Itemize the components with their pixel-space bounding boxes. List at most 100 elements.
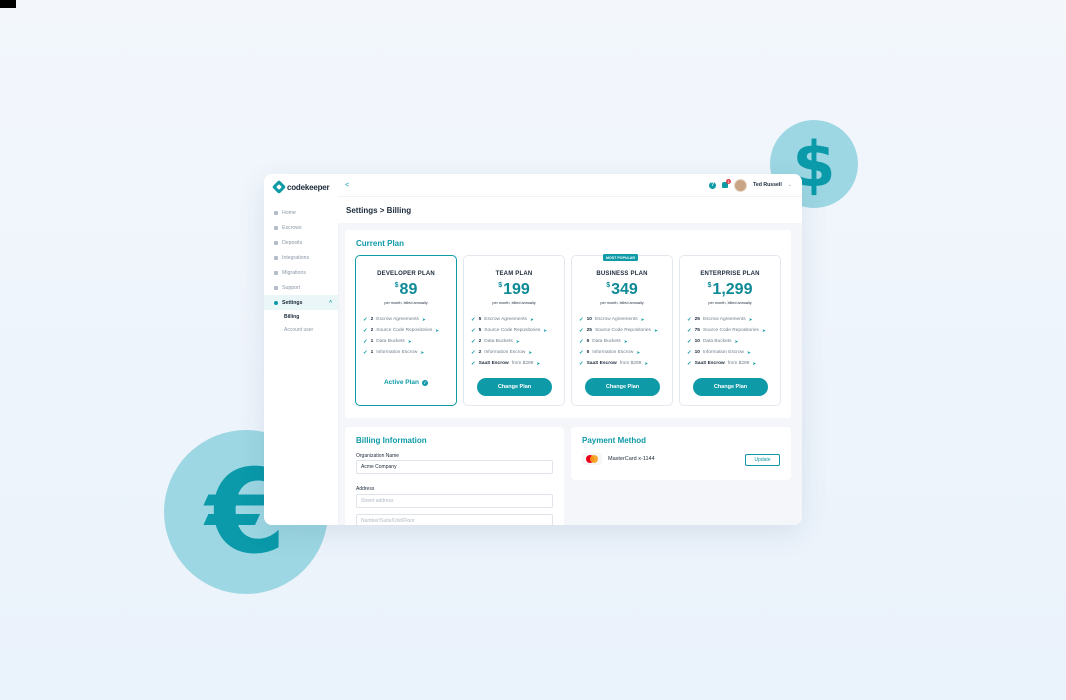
street-address-field[interactable]: Street address [356,494,553,508]
sidebar-item-escrows[interactable]: Escrows [264,220,338,235]
feature-text: Information Escrow [592,350,634,355]
feature-item: ✓ 2 Data Buckets ➤ [471,336,564,347]
info-icon[interactable]: ➤ [435,328,439,334]
feature-list: ✓ 5 Escrow Agreements ➤ ✓ 5 Source Code Repos… [471,314,564,369]
info-icon[interactable]: ➤ [530,317,534,323]
price-value: 349 [611,281,638,298]
info-icon[interactable]: ➤ [422,317,426,323]
sidebar-item-settings[interactable]: Settings ^ [264,295,338,310]
avatar[interactable] [734,178,748,192]
plan-billing-period: per month, billed annually [384,301,428,305]
info-icon[interactable]: ➤ [749,317,753,323]
sidebar-item-migrations[interactable]: Migrations [264,265,338,280]
currency-symbol: $ [707,282,712,289]
sidebar-item-label: Settings [282,299,303,306]
sidebar-item-deposits[interactable]: Deposits [264,235,338,250]
corner-mark [0,0,16,8]
sidebar-item-label: Escrows [282,224,302,231]
info-icon[interactable]: ➤ [536,361,540,367]
feature-count: 2 [370,328,374,333]
org-name-label: Organization Name [356,453,400,459]
feature-text: Source Code Repositories [702,328,759,333]
feature-text: from $299 [727,361,750,366]
change-plan-button[interactable]: Change Plan [477,378,552,396]
sidebar-item-home[interactable]: Home [264,205,338,220]
sidebar-nav: Home Escrows Deposits Integrations Migra… [264,205,338,336]
check-icon: ✓ [471,316,476,323]
feature-item: ✓ 2 Source Code Repositories ➤ [363,325,456,336]
chevron-up-icon[interactable]: ^ [329,300,332,306]
sidebar-item-label: Integrations [282,254,310,261]
info-icon[interactable]: ➤ [420,350,424,356]
info-icon[interactable]: ➤ [747,350,751,356]
card-description: MasterCard x-1144 [608,456,655,462]
feature-text: Data Buckets [484,339,513,344]
info-icon[interactable]: ➤ [762,328,766,334]
info-icon[interactable]: ➤ [543,328,547,334]
info-icon[interactable]: ➤ [636,350,640,356]
billing-information-panel: Billing Information Organization Name Ac… [345,427,564,525]
change-plan-button[interactable]: Change Plan [693,378,768,396]
feature-count: 2 [478,350,482,355]
logo[interactable]: codekeeper [271,179,330,195]
notifications-icon[interactable]: 1 [722,179,732,188]
feature-count: 10 [586,317,592,322]
info-icon[interactable]: ➤ [752,361,756,367]
info-icon[interactable]: ➤ [528,350,532,356]
check-icon: ✓ [471,349,476,356]
sidebar-item-integrations[interactable]: Integrations [264,250,338,265]
feature-text: Escrow Agreements [376,317,419,322]
sidebar-item-label: Support [282,284,301,291]
check-icon: ✓ [363,327,368,334]
feature-item: ✓ SaaS Escrow from $299 ➤ [687,358,780,369]
document-icon [274,225,278,230]
chevron-down-icon[interactable]: ⌄ [788,182,792,188]
plan-billing-period: per month, billed annually [600,301,644,305]
sidebar-subitem-billing[interactable]: Billing [264,310,338,323]
app-window: codekeeper Home Escrows Deposits Integra… [264,174,802,525]
feature-item: ✓ 1 Data Buckets ➤ [363,336,456,347]
sidebar-item-support[interactable]: Support [264,280,338,295]
info-icon[interactable]: ➤ [654,328,658,334]
check-icon: ✓ [363,338,368,345]
info-icon[interactable]: ➤ [734,339,738,345]
org-name-field[interactable]: Acme Company [356,460,553,474]
plan-price: $ 199 [464,281,564,299]
sidebar-subitem-account-user[interactable]: Account user [264,323,338,336]
document-icon [274,240,278,245]
change-plan-button[interactable]: Change Plan [585,378,660,396]
unit-field[interactable]: Number/Suite/Unit/Floor [356,514,553,525]
feature-item: ✓ 10 Data Buckets ➤ [687,336,780,347]
support-icon [274,285,278,290]
user-name[interactable]: Ted Russell [753,182,782,188]
check-icon: ✓ [363,316,368,323]
plan-name: DEVELOPER PLAN [377,271,435,277]
document-icon [274,270,278,275]
back-arrow-icon[interactable]: < [345,182,349,189]
info-icon[interactable]: ➤ [644,361,648,367]
currency-symbol: $ [606,282,611,289]
feature-count: SaaS Escrow [694,361,725,366]
check-circle-icon: ✓ [422,379,429,386]
codekeeper-logo-icon [271,179,287,195]
plan-billing-period: per month, billed annually [492,301,536,305]
topbar-actions: ? 1 Ted Russell ⌄ [709,178,792,192]
feature-count: 5 [478,328,482,333]
info-icon[interactable]: ➤ [516,339,520,345]
check-icon: ✓ [471,327,476,334]
feature-count: 10 [694,350,700,355]
feature-text: Information Escrow [484,350,526,355]
feature-item: ✓ 25 Source Code Repositories ➤ [579,325,672,336]
plan-billing-period: per month, billed annually [708,301,752,305]
payment-method-title: Payment Method [582,436,647,445]
brand-name: codekeeper [287,182,330,192]
info-icon[interactable]: ➤ [641,317,645,323]
check-icon: ✓ [471,338,476,345]
check-icon: ✓ [579,327,584,334]
info-icon[interactable]: ➤ [624,339,628,345]
update-button[interactable]: Update [745,454,780,466]
payment-method-panel: Payment Method MasterCard x-1144 Update [571,427,791,480]
info-icon[interactable]: ➤ [408,339,412,345]
help-icon[interactable]: ? [709,181,717,189]
feature-item: ✓ 5 Information Escrow ➤ [579,347,672,358]
